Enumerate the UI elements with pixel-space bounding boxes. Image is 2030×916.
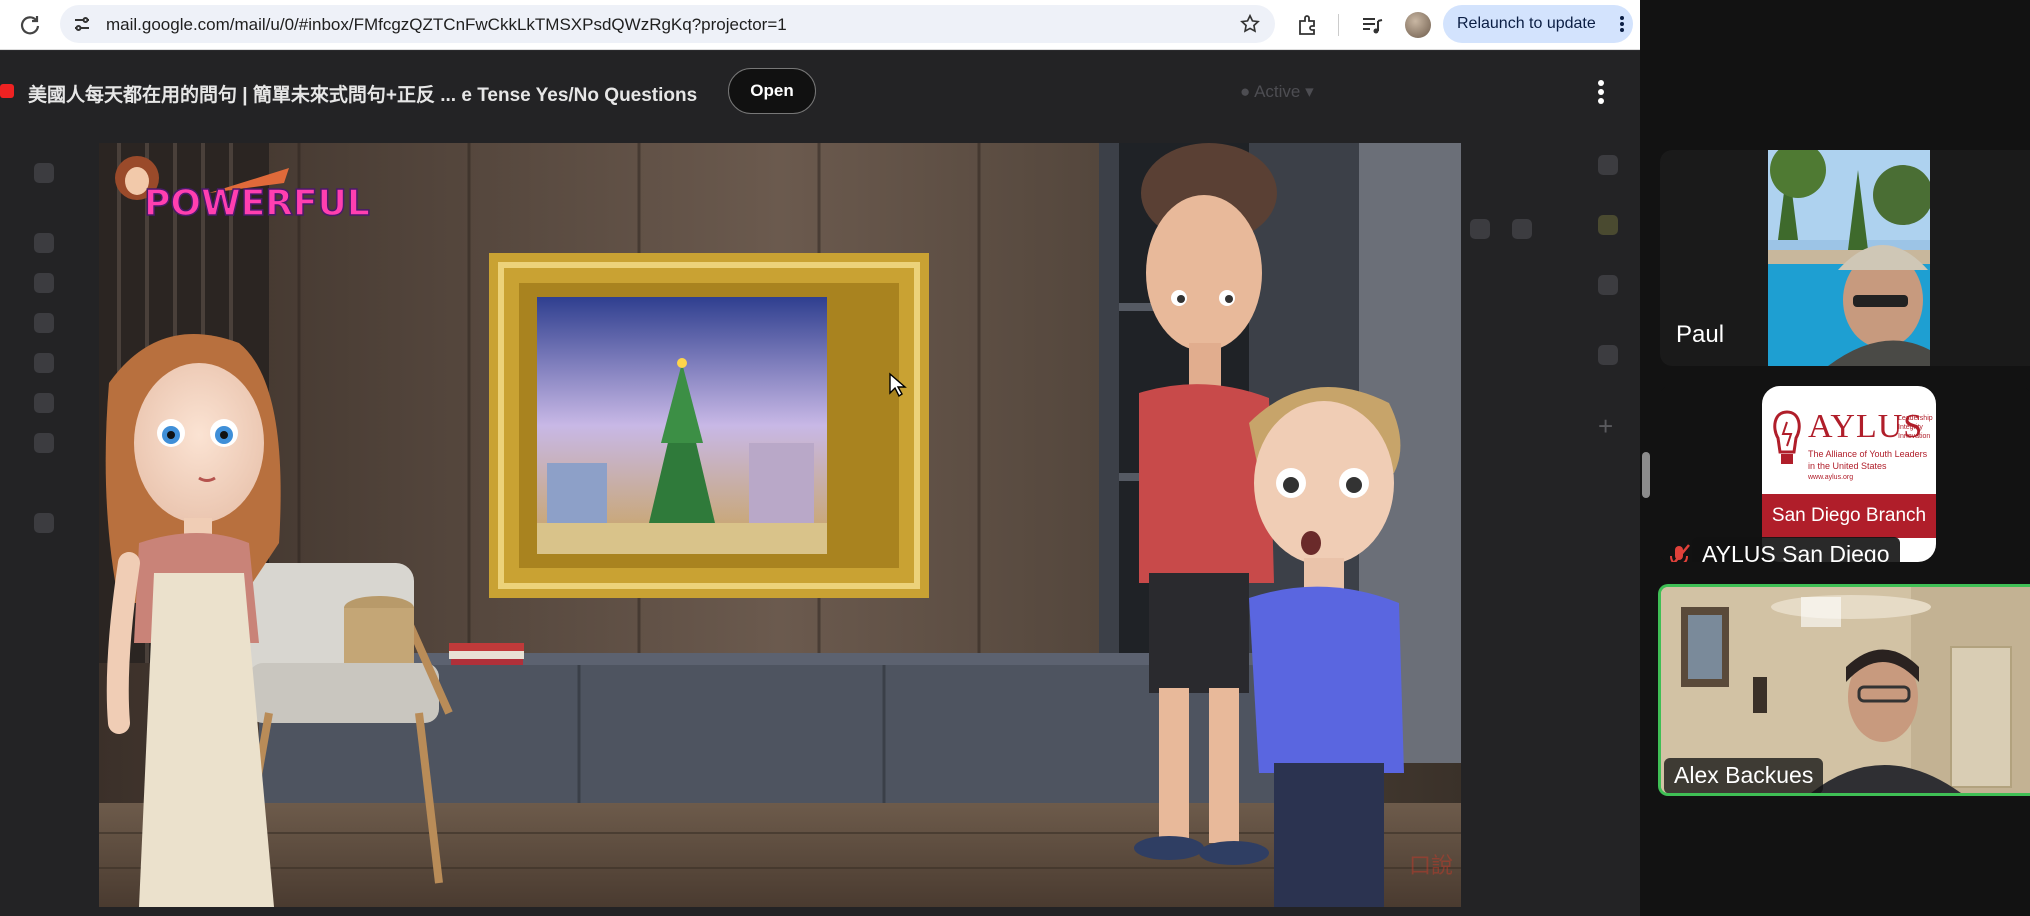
participant-tile-paul[interactable]: Paul xyxy=(1660,150,2030,366)
participant-video-paul xyxy=(1768,150,1930,366)
more-menu-icon[interactable] xyxy=(1619,15,1625,33)
participant-tile-alex[interactable]: Alex Backues xyxy=(1658,584,2030,796)
viewer-more-icon[interactable] xyxy=(1590,76,1612,108)
screen: mail.google.com/mail/u/0/#inbox/FMfcgzQZ… xyxy=(0,0,2030,916)
youtube-icon xyxy=(0,84,14,98)
relaunch-label: Relaunch to update xyxy=(1457,15,1596,32)
participant-name-alex: Alex Backues xyxy=(1664,758,1824,793)
aylus-tagline: Leadership Integrity Innovation xyxy=(1898,415,1933,440)
video-watermark: 口說 xyxy=(1409,854,1453,879)
participant-name-paul: Paul xyxy=(1676,321,1725,348)
video-title: 美國人每天都在用的問句 | 簡單未來式問句+正反 ... e Tense Yes… xyxy=(28,85,698,106)
status-indicator[interactable]: ● Active ▾ xyxy=(1240,82,1314,102)
sent-icon xyxy=(34,393,54,413)
shared-browser-window: mail.google.com/mail/u/0/#inbox/FMfcgzQZ… xyxy=(0,0,1640,916)
participant-name-aylus: AYLUS San Diego xyxy=(1692,537,1900,562)
panel-scrollbar[interactable] xyxy=(1642,452,1650,498)
new-window-icon xyxy=(1512,219,1532,239)
profile-avatar[interactable] xyxy=(1405,12,1431,38)
video-player[interactable]: POWERFUL 口說 xyxy=(99,143,1461,907)
status-label: Active xyxy=(1254,82,1301,101)
address-bar[interactable]: mail.google.com/mail/u/0/#inbox/FMfcgzQZ… xyxy=(60,5,1275,43)
participant-tile-aylus[interactable]: AYLUS Leadership Integrity Innovation The … xyxy=(1660,386,2030,562)
muted-mic-icon xyxy=(1670,544,1690,562)
starred-icon xyxy=(34,273,54,293)
channel-logo-text: POWERFUL xyxy=(144,183,370,224)
browser-toolbar: mail.google.com/mail/u/0/#inbox/FMfcgzQZ… xyxy=(0,0,1640,50)
add-addon-icon: + xyxy=(1598,411,1614,441)
extensions-icon[interactable] xyxy=(1296,13,1320,37)
reload-icon[interactable] xyxy=(18,13,42,37)
open-button[interactable]: Open xyxy=(728,68,816,114)
tasks-side-icon xyxy=(1598,275,1618,295)
label-icon xyxy=(34,513,54,533)
important-icon xyxy=(34,353,54,373)
compose-icon xyxy=(34,163,54,183)
site-settings-icon[interactable] xyxy=(72,14,92,34)
drafts-icon xyxy=(34,433,54,453)
lightbulb-icon xyxy=(1773,410,1801,464)
aylus-logo: AYLUS Leadership Integrity Innovation The … xyxy=(1762,386,1936,562)
url-text[interactable]: mail.google.com/mail/u/0/#inbox/FMfcgzQZ… xyxy=(106,15,787,35)
video-frame: POWERFUL 口說 xyxy=(99,143,1461,907)
media-control-icon[interactable] xyxy=(1360,13,1384,37)
snoozed-icon xyxy=(34,313,54,333)
aylus-subtitle: The Alliance of Youth Leaders in the Unit… xyxy=(1808,449,1928,481)
print-icon xyxy=(1470,219,1490,239)
contacts-side-icon xyxy=(1598,345,1618,365)
relaunch-button[interactable]: Relaunch to update xyxy=(1443,5,1633,43)
bookmark-star-icon[interactable] xyxy=(1239,13,1261,35)
inbox-icon xyxy=(34,233,54,253)
mouse-cursor xyxy=(889,372,907,398)
calendar-side-icon xyxy=(1598,155,1618,175)
aylus-branch-banner: San Diego Branch xyxy=(1762,494,1936,538)
keep-side-icon xyxy=(1598,215,1618,235)
